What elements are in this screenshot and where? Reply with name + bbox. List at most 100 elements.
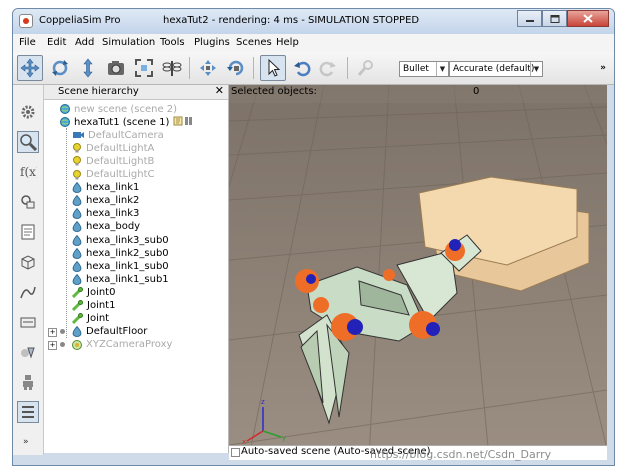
shape-icon [72, 273, 82, 285]
hierarchy-item[interactable]: hexa_link1_sub1 [72, 272, 169, 286]
hierarchy-item[interactable]: hexaTut1 (scene 1) [60, 115, 195, 129]
hierarchy-item[interactable]: hexa_link1_sub0 [72, 259, 169, 273]
object-shift-icon [200, 60, 216, 76]
expand-icon[interactable]: + [48, 327, 57, 337]
svg-text:y: y [282, 434, 286, 442]
menu-plugins[interactable]: Plugins [194, 37, 230, 48]
toolbar-overflow-button[interactable]: » [600, 63, 606, 73]
hierarchy-item[interactable]: new scene (scene 2) [60, 102, 177, 116]
hierarchy-item[interactable]: hexa_link2 [72, 194, 139, 208]
hierarchy-item[interactable]: XYZCameraProxy [72, 338, 172, 352]
watermark: https://blog.csdn.net/Csdn_Darry [370, 448, 552, 461]
menu-bar: File Edit Add Simulation Tools Plugins S… [13, 34, 614, 53]
menu-help[interactable]: Help [276, 37, 299, 48]
hierarchy-item[interactable]: Joint1 [72, 299, 115, 313]
maximize-icon [550, 14, 559, 23]
visibility-dot-icon[interactable] [60, 341, 65, 347]
window-title: hexaTut2 - rendering: 4 ms - SIMULATION … [163, 15, 420, 26]
scene-render: z x y [229, 85, 607, 457]
accuracy-value: Accurate (default) [453, 64, 535, 74]
shape-icon [72, 221, 82, 233]
scripts-button[interactable] [17, 221, 39, 243]
robot-icon [23, 375, 33, 390]
scene-object-properties-button[interactable] [17, 101, 39, 123]
visibility-dot-icon[interactable] [60, 328, 65, 334]
script-badge-icon[interactable] [173, 116, 195, 129]
fit-to-view-icon [135, 59, 153, 77]
manipulate-button[interactable] [159, 55, 185, 81]
hierarchy-item-label: DefaultCamera [88, 129, 164, 141]
shape-icon [72, 247, 82, 259]
fit-to-view-button[interactable] [131, 55, 157, 81]
hierarchy-toggle-button[interactable] [17, 131, 39, 153]
layers-button[interactable] [17, 401, 39, 423]
user-settings-button[interactable] [17, 371, 39, 393]
menu-add[interactable]: Add [75, 37, 94, 48]
object-rotate-button[interactable] [223, 55, 249, 81]
hierarchy-item[interactable]: hexa_link2_sub0 [72, 246, 169, 260]
camera-shift-button[interactable] [75, 55, 101, 81]
joint-icon [72, 313, 83, 325]
path-edit-button[interactable] [17, 281, 39, 303]
collections-button[interactable] [17, 191, 39, 213]
menu-tools[interactable]: Tools [160, 37, 185, 48]
hierarchy-item-label: hexaTut1 (scene 1) [74, 116, 170, 128]
left-toolbar: f(x) » [13, 85, 44, 455]
hierarchy-item[interactable]: Joint0 [72, 285, 115, 299]
hierarchy-item-label: hexa_link1_sub1 [86, 273, 169, 285]
camera-angle-button[interactable] [103, 55, 129, 81]
camera-pan-button[interactable] [17, 55, 43, 81]
hierarchy-item[interactable]: hexa_link3_sub0 [72, 233, 169, 247]
shape-icon [72, 182, 82, 193]
shape-icon [72, 326, 82, 338]
menu-edit[interactable]: Edit [47, 37, 66, 48]
model-browser-button[interactable] [17, 341, 39, 363]
hierarchy-item[interactable]: DefaultFloor [72, 325, 147, 339]
svg-text:f(x): f(x) [20, 165, 37, 179]
hierarchy-item[interactable]: hexa_link3 [72, 207, 139, 221]
redo-button[interactable] [315, 55, 341, 81]
hierarchy-item[interactable]: hexa_link1 [72, 181, 139, 195]
hierarchy-item-label: XYZCameraProxy [86, 339, 173, 351]
hierarchy-item[interactable]: DefaultCamera [72, 128, 164, 142]
selected-objects-count: 0 [473, 86, 480, 97]
undo-button[interactable] [289, 55, 315, 81]
maximize-button[interactable] [542, 10, 567, 27]
hierarchy-item[interactable]: hexa_body [72, 220, 140, 234]
close-button[interactable] [567, 10, 609, 27]
camera-rotate-button[interactable] [47, 55, 73, 81]
selection-button[interactable] [17, 311, 39, 333]
app-window: CoppeliaSim Pro hexaTut2 - rendering: 4 … [12, 8, 615, 466]
hierarchy-item[interactable]: Joint [72, 312, 109, 326]
hierarchy-item-label: hexa_link3_sub0 [86, 234, 169, 246]
left-toolbar-more-icon[interactable]: » [23, 437, 29, 447]
hierarchy-item[interactable]: DefaultLightB [72, 154, 154, 168]
toolbar-separator [189, 57, 190, 79]
dragonfly-icon [162, 61, 182, 76]
selected-objects-label: Selected objects: [231, 86, 317, 97]
hierarchy-title: Scene hierarchy [58, 86, 139, 97]
status-toggle-icon[interactable] [231, 448, 240, 457]
accuracy-select[interactable]: Accurate (default) ▼ [449, 61, 543, 77]
scene-viewport[interactable]: z x y Selected objects: 0 [229, 85, 607, 457]
redo-icon [319, 61, 336, 77]
click-select-button[interactable] [260, 55, 286, 81]
title-bar[interactable]: CoppeliaSim Pro hexaTut2 - rendering: 4 … [13, 9, 614, 34]
hierarchy-item[interactable]: DefaultLightA [72, 141, 154, 155]
menu-scenes[interactable]: Scenes [236, 37, 272, 48]
toolbar-separator [347, 57, 348, 79]
simulation-settings-button[interactable] [353, 55, 379, 81]
object-shift-button[interactable] [195, 55, 221, 81]
expand-icon[interactable]: + [48, 340, 57, 350]
hierarchy-item-label: Joint1 [87, 300, 116, 311]
calculation-modules-button[interactable]: f(x) [17, 161, 39, 183]
minimize-button[interactable] [517, 10, 542, 27]
menu-simulation[interactable]: Simulation [102, 37, 155, 48]
svg-text:z: z [261, 398, 265, 406]
shape-edit-button[interactable] [17, 251, 39, 273]
menu-file[interactable]: File [19, 37, 36, 48]
hierarchy-close-button[interactable]: ✕ [215, 84, 224, 97]
hierarchy-item[interactable]: DefaultLightC [72, 168, 154, 182]
physics-engine-select[interactable]: Bullet ▼ [399, 61, 449, 77]
hierarchy-item-label: hexa_link1 [86, 182, 140, 194]
